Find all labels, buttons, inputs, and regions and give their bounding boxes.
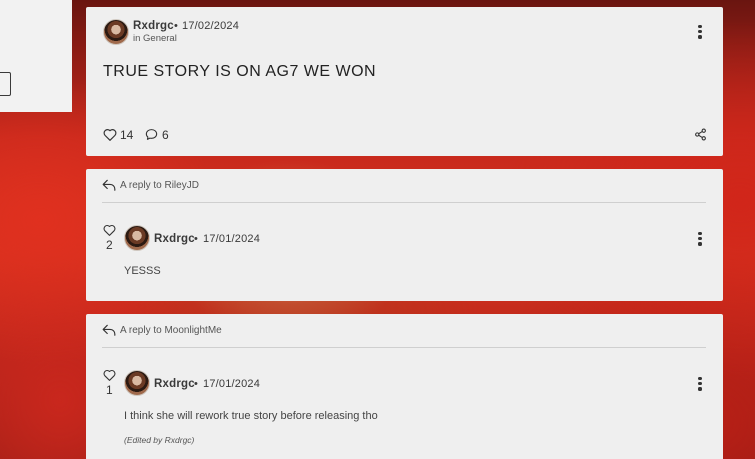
comment-icon <box>145 129 158 140</box>
like-button[interactable] <box>103 128 117 141</box>
avatar[interactable] <box>124 370 150 396</box>
post-title: TRUE STORY IS ON AG7 WE WON <box>103 63 377 80</box>
comment-count: 6 <box>162 128 169 142</box>
like-button[interactable] <box>103 224 116 236</box>
meta-separator: • <box>174 20 178 32</box>
heart-icon <box>103 369 116 381</box>
left-side-panel <box>0 0 72 112</box>
avatar[interactable] <box>103 19 129 45</box>
more-options-icon[interactable] <box>698 25 702 39</box>
reply-text: I think she will rework true story befor… <box>124 410 378 422</box>
reply-to-label[interactable]: A reply to RileyJD <box>120 180 199 191</box>
reply-card: A reply to RileyJD 2 Rxdrgc • 17/01/2024… <box>86 169 723 301</box>
post-category[interactable]: in General <box>133 33 177 44</box>
reply-author[interactable]: Rxdrgc <box>154 233 195 245</box>
divider <box>102 347 706 348</box>
reply-author[interactable]: Rxdrgc <box>154 378 195 390</box>
reply-to-label[interactable]: A reply to MoonlightMe <box>120 325 222 336</box>
meta-separator: • <box>194 378 198 390</box>
reply-arrow-icon <box>102 324 116 336</box>
more-options-icon[interactable] <box>698 232 702 246</box>
like-button[interactable] <box>103 369 116 381</box>
side-panel-input[interactable] <box>0 72 11 96</box>
like-count: 14 <box>120 128 134 142</box>
share-button[interactable] <box>694 128 707 141</box>
post-author[interactable]: Rxdrgc <box>133 20 174 32</box>
like-count: 1 <box>106 383 113 397</box>
comment-button[interactable] <box>145 128 158 141</box>
edited-note: (Edited by Rxdrgc) <box>124 435 195 445</box>
share-icon <box>695 128 706 141</box>
meta-separator: • <box>194 233 198 245</box>
more-options-icon[interactable] <box>698 377 702 391</box>
divider <box>102 202 706 203</box>
post-date: 17/02/2024 <box>182 20 240 32</box>
reply-date: 17/01/2024 <box>203 378 261 390</box>
reply-text: YESSS <box>124 265 161 277</box>
heart-icon <box>103 129 117 141</box>
avatar[interactable] <box>124 225 150 251</box>
reply-card: A reply to MoonlightMe 1 Rxdrgc • 17/01/… <box>86 314 723 459</box>
heart-icon <box>103 224 116 236</box>
reply-arrow-icon <box>102 179 116 191</box>
post-card: Rxdrgc • 17/02/2024 in General TRUE STOR… <box>86 7 723 156</box>
like-count: 2 <box>106 238 113 252</box>
reply-date: 17/01/2024 <box>203 233 261 245</box>
